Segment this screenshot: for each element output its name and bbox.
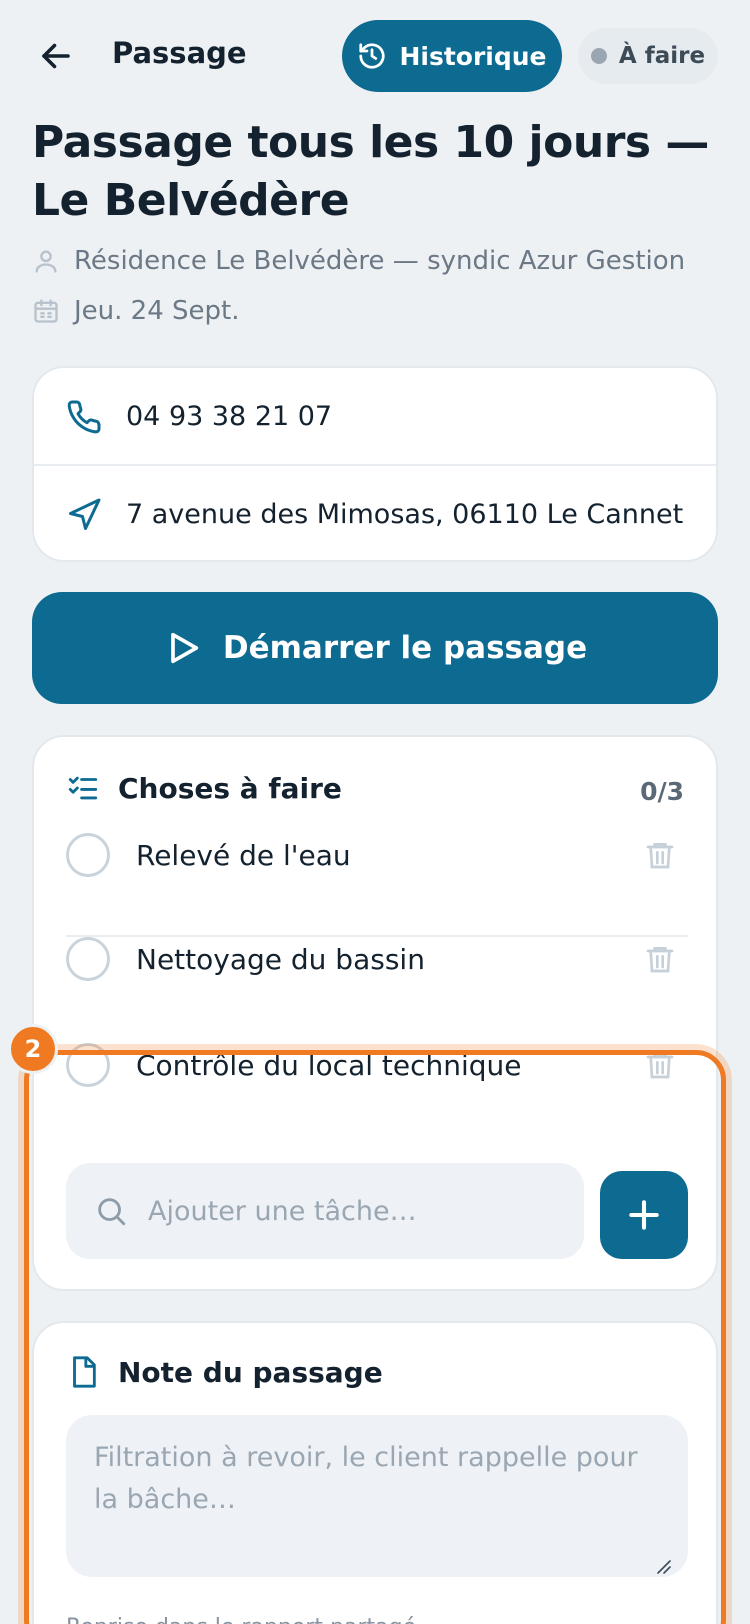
task-checkbox[interactable] <box>66 937 110 981</box>
note-card: Note du passage Reprise dans le rapport … <box>32 1321 718 1624</box>
phone-icon <box>67 399 101 433</box>
arrow-left-icon <box>42 43 70 69</box>
add-task-input[interactable] <box>148 1195 568 1227</box>
status-dot-icon <box>590 48 607 64</box>
status-label: À faire <box>618 43 706 69</box>
task-checkbox[interactable] <box>66 833 110 877</box>
add-task-button[interactable] <box>600 1171 688 1259</box>
address-row[interactable]: 7 avenue des Mimosas, 06110 Le Cannet <box>34 466 716 563</box>
calendar-icon <box>34 299 58 323</box>
back-button[interactable] <box>32 28 80 84</box>
resize-handle-icon[interactable] <box>654 1557 672 1575</box>
checklist-icon <box>68 776 98 800</box>
task-label: Nettoyage du bassin <box>136 942 425 976</box>
task-checkbox[interactable] <box>66 1043 110 1087</box>
todo-title: Choses à faire <box>118 771 342 805</box>
status-badge: À faire <box>578 28 718 84</box>
client-name: Résidence Le Belvédère — syndic Azur Ges… <box>74 246 686 276</box>
step-badge: 2 <box>8 1024 58 1074</box>
trash-icon[interactable] <box>640 939 680 979</box>
navigation-icon <box>69 498 101 530</box>
todo-card: Choses à faire 0/3 Relevé de l'eau Netto… <box>32 735 718 1291</box>
todo-header: Choses à faire <box>66 771 342 805</box>
trash-icon[interactable] <box>640 1045 680 1085</box>
address-text: 7 avenue des Mimosas, 06110 Le Cannet <box>126 499 684 530</box>
history-button[interactable]: Historique <box>342 20 562 92</box>
history-icon <box>359 43 386 69</box>
play-icon <box>171 632 199 664</box>
start-passage-button[interactable]: Démarrer le passage <box>32 592 718 704</box>
contact-card: 04 93 38 21 07 7 avenue des Mimosas, 061… <box>32 366 718 562</box>
todo-count: 0/3 <box>640 777 684 806</box>
phone-number: 04 93 38 21 07 <box>126 401 333 432</box>
phone-row[interactable]: 04 93 38 21 07 <box>34 368 716 465</box>
task-label: Relevé de l'eau <box>136 838 351 872</box>
history-label: Historique <box>399 41 547 71</box>
header-title: Passage <box>112 36 247 70</box>
note-textarea[interactable] <box>66 1415 688 1577</box>
task-item: Contrôle du local technique <box>66 1015 688 1115</box>
trash-icon[interactable] <box>640 835 680 875</box>
note-hint: Reprise dans le rapport partagé <box>66 1615 416 1624</box>
user-icon <box>35 250 57 273</box>
note-title: Note du passage <box>118 1355 383 1389</box>
client-row: Résidence Le Belvédère — syndic Azur Ges… <box>32 246 685 276</box>
task-item: Relevé de l'eau <box>66 805 688 905</box>
note-header: Note du passage <box>66 1355 383 1389</box>
document-icon <box>73 1356 96 1388</box>
task-item: Nettoyage du bassin <box>66 909 688 1009</box>
search-icon <box>98 1198 126 1226</box>
add-task-field <box>66 1163 584 1259</box>
plus-icon <box>629 1200 659 1230</box>
start-passage-label: Démarrer le passage <box>222 630 588 666</box>
date-text: Jeu. 24 Sept. <box>74 296 240 326</box>
task-label: Contrôle du local technique <box>136 1048 522 1082</box>
date-row: Jeu. 24 Sept. <box>32 296 239 326</box>
page-title: Passage tous les 10 jours — Le Belvédère <box>32 117 709 226</box>
